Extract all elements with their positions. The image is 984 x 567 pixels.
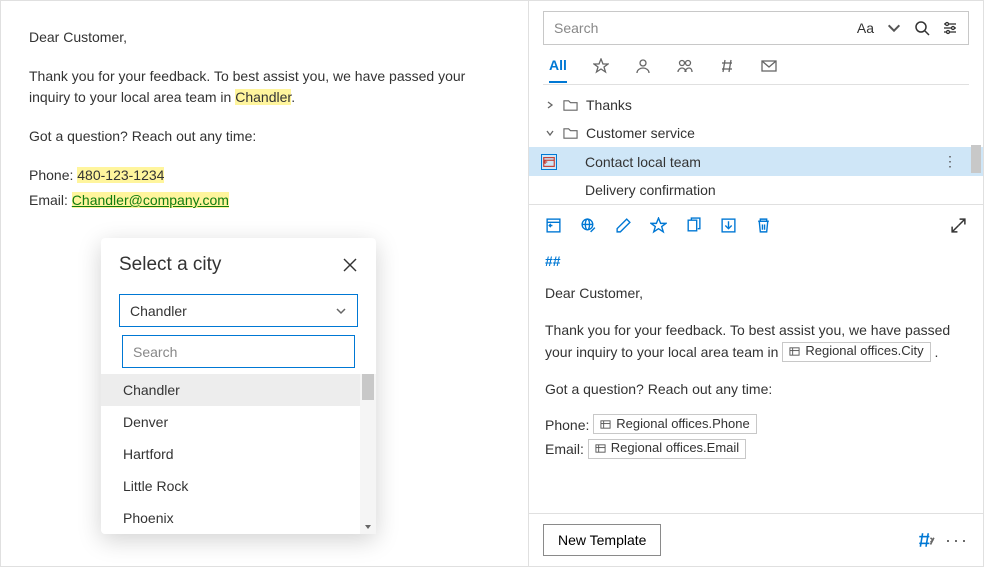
hash-action-icon[interactable] xyxy=(917,531,935,549)
template-panel: Aa All Thanks xyxy=(529,1,983,566)
pin-icon xyxy=(541,154,557,170)
folder-icon xyxy=(563,126,578,141)
copy-icon[interactable] xyxy=(685,217,702,234)
body-paragraph-2: Got a question? Reach out any time: xyxy=(29,126,500,147)
chevron-down-icon[interactable] xyxy=(886,20,902,36)
tab-all[interactable]: All xyxy=(549,57,567,83)
tab-mail[interactable] xyxy=(761,58,777,82)
preview-body-1: Thank you for your feedback. To best ass… xyxy=(545,319,967,364)
more-menu-icon[interactable]: ··· xyxy=(945,531,969,549)
font-size-label[interactable]: Aa xyxy=(857,20,874,36)
city-option[interactable]: Chandler xyxy=(101,374,360,406)
selected-value: Chandler xyxy=(130,303,187,319)
chevron-right-icon xyxy=(545,100,555,110)
new-template-button[interactable]: New Template xyxy=(543,524,661,556)
expand-icon[interactable] xyxy=(950,217,967,234)
dataset-icon xyxy=(595,443,606,454)
tab-person[interactable] xyxy=(635,58,651,82)
highlight-phone: 480-123-1234 xyxy=(77,167,164,183)
city-select[interactable]: Chandler xyxy=(119,294,358,327)
person-icon xyxy=(635,58,651,74)
greeting: Dear Customer, xyxy=(29,27,500,48)
star-icon xyxy=(593,58,609,74)
globe-edit-icon[interactable] xyxy=(580,217,597,234)
hash-marker[interactable]: ## xyxy=(545,250,561,272)
phone-line: Phone: 480-123-1234 xyxy=(29,165,500,186)
preview-greeting: Dear Customer, xyxy=(545,282,967,304)
people-icon xyxy=(677,58,693,74)
preview-body-2: Got a question? Reach out any time: xyxy=(545,378,967,400)
token-city[interactable]: Regional offices.City xyxy=(782,342,930,362)
token-email[interactable]: Regional offices.Email xyxy=(588,439,746,459)
preview-phone: Phone: Regional offices.Phone xyxy=(545,414,967,436)
folder-customer-service[interactable]: Customer service xyxy=(529,119,983,147)
select-city-popup: Select a city Chandler Chandler Denver H… xyxy=(101,238,376,534)
city-option[interactable]: Little Rock xyxy=(101,470,360,502)
search-icon[interactable] xyxy=(914,20,930,36)
city-option[interactable]: Denver xyxy=(101,406,360,438)
favorite-icon[interactable] xyxy=(650,217,667,234)
highlight-city: Chandler xyxy=(235,89,291,105)
delete-icon[interactable] xyxy=(755,217,772,234)
folder-icon xyxy=(563,98,578,113)
email-line: Email: Chandler@company.com xyxy=(29,190,500,211)
email-preview-pane: Dear Customer, Thank you for your feedba… xyxy=(1,1,529,566)
popup-title: Select a city xyxy=(119,254,221,276)
dataset-icon xyxy=(600,419,611,430)
city-options-list: Chandler Denver Hartford Little Rock Pho… xyxy=(101,374,376,534)
hash-icon xyxy=(719,58,735,74)
settings-sliders-icon[interactable] xyxy=(942,20,958,36)
template-search[interactable]: Aa xyxy=(543,11,969,45)
dataset-icon xyxy=(789,346,800,357)
options-scrollbar[interactable] xyxy=(360,374,376,406)
tab-hash[interactable] xyxy=(719,58,735,82)
template-toolbar xyxy=(529,204,983,246)
city-option[interactable]: Phoenix xyxy=(101,502,360,534)
template-preview: ## Dear Customer, Thank you for your fee… xyxy=(529,246,983,513)
mail-icon xyxy=(761,58,777,74)
token-phone[interactable]: Regional offices.Phone xyxy=(593,414,756,434)
template-contact-local-team[interactable]: Contact local team ⋮ xyxy=(529,147,983,176)
tab-people[interactable] xyxy=(677,58,693,82)
folder-thanks[interactable]: Thanks xyxy=(529,91,983,119)
panel-footer: New Template ··· xyxy=(529,513,983,566)
close-icon[interactable] xyxy=(342,257,358,273)
chevron-down-icon xyxy=(545,128,555,138)
preview-email: Email: Regional offices.Email xyxy=(545,438,967,460)
chevron-down-icon xyxy=(335,305,347,317)
city-option[interactable]: Hartford xyxy=(101,438,360,470)
city-search-input[interactable] xyxy=(122,335,355,368)
template-tree: Thanks Customer service Contact local te… xyxy=(529,85,983,204)
template-delivery-confirmation[interactable]: Delivery confirmation xyxy=(529,176,983,204)
more-options-icon[interactable]: ⋮ xyxy=(943,153,957,170)
scroll-down-arrow[interactable] xyxy=(360,520,376,534)
tree-scrollbar[interactable] xyxy=(969,89,983,200)
body-paragraph-1: Thank you for your feedback. To best ass… xyxy=(29,66,500,108)
highlight-email-link[interactable]: Chandler@company.com xyxy=(72,192,229,208)
insert-icon[interactable] xyxy=(545,217,562,234)
download-icon[interactable] xyxy=(720,217,737,234)
edit-icon[interactable] xyxy=(615,217,632,234)
tab-favorites[interactable] xyxy=(593,58,609,82)
filter-tabs: All xyxy=(543,45,969,85)
